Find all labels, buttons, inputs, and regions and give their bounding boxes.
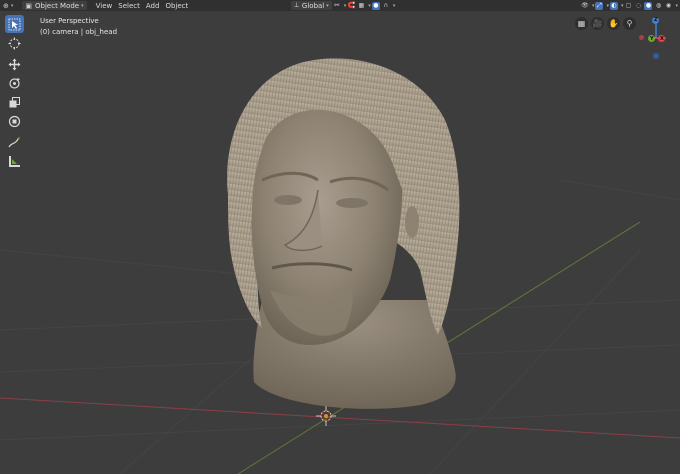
head-model[interactable] bbox=[227, 58, 460, 409]
tool-annotate[interactable] bbox=[5, 133, 24, 151]
falloff-icon[interactable]: ∩ bbox=[382, 2, 390, 10]
object-mode-icon: ▣ bbox=[25, 1, 33, 10]
gizmo-neg-z-ball[interactable] bbox=[653, 53, 659, 59]
gizmo-x-label: X bbox=[660, 36, 664, 42]
gizmo-neg-x-ball[interactable] bbox=[639, 35, 644, 40]
chevron-down-icon: ▾ bbox=[591, 2, 595, 9]
tool-move[interactable] bbox=[5, 55, 24, 73]
orientation-label: Global bbox=[301, 1, 325, 10]
menu-add[interactable]: Add bbox=[143, 1, 163, 10]
orientation-icon: ⟂ bbox=[294, 1, 299, 9]
shading-wireframe-icon[interactable]: ◌ bbox=[634, 2, 642, 10]
tool-select-box[interactable] bbox=[5, 15, 24, 33]
move-icon bbox=[8, 58, 21, 70]
menu-object[interactable]: Object bbox=[162, 1, 191, 10]
tool-shelf bbox=[5, 15, 24, 171]
shading-solid-icon[interactable]: ● bbox=[644, 1, 653, 10]
toggle-grid-button[interactable]: ▦ bbox=[575, 17, 588, 30]
gizmo-toggle-icon[interactable]: ⤢ bbox=[595, 1, 604, 10]
snap-icon[interactable]: 🧲 bbox=[347, 2, 355, 10]
rotate-icon bbox=[9, 77, 20, 89]
grid-icon: ▦ bbox=[577, 19, 586, 28]
zoom-view-button[interactable]: ⚲ bbox=[623, 17, 636, 30]
transform-icon bbox=[8, 115, 21, 127]
chevron-down-icon: ▾ bbox=[343, 2, 347, 9]
tool-cursor[interactable] bbox=[5, 34, 24, 52]
chevron-down-icon: ▾ bbox=[606, 2, 609, 9]
pivot-point-icon[interactable]: ⚯ bbox=[333, 2, 341, 10]
tool-transform[interactable] bbox=[5, 112, 24, 130]
chevron-down-icon: ▾ bbox=[10, 2, 14, 9]
visibility-icon[interactable]: 👁 bbox=[581, 2, 589, 10]
active-object-info: (0) camera | obj_head bbox=[40, 28, 118, 36]
shading-rendered-icon[interactable]: ◉ bbox=[664, 2, 672, 10]
overlays-toggle-icon[interactable]: ◐ bbox=[609, 1, 618, 10]
mode-label: Object Mode bbox=[35, 1, 80, 10]
editor-type-icon: ⊕ bbox=[3, 1, 9, 10]
annotate-icon bbox=[8, 136, 20, 147]
select-box-icon bbox=[8, 18, 21, 30]
pan-view-button[interactable]: ✋ bbox=[607, 17, 620, 30]
chevron-down-icon: ▾ bbox=[675, 2, 678, 9]
editor-type-button[interactable]: ⊕ ▾ bbox=[0, 1, 16, 10]
cursor-icon bbox=[8, 37, 21, 49]
scene-canvas[interactable] bbox=[0, 0, 680, 474]
tool-scale[interactable] bbox=[5, 93, 24, 111]
menu-select[interactable]: Select bbox=[115, 1, 143, 10]
camera-view-button[interactable]: 🎥 bbox=[591, 17, 604, 30]
chevron-down-icon: ▾ bbox=[368, 2, 371, 9]
transform-orientation-dropdown[interactable]: ⟂ Global ▾ bbox=[291, 1, 332, 10]
gizmo-z-label: Z bbox=[654, 17, 658, 23]
scale-icon bbox=[9, 96, 20, 107]
chevron-down-icon: ▾ bbox=[81, 2, 84, 9]
measure-icon bbox=[9, 155, 20, 167]
xray-icon[interactable]: ▢ bbox=[624, 2, 632, 10]
chevron-down-icon: ▾ bbox=[392, 2, 396, 9]
hand-icon: ✋ bbox=[608, 19, 619, 28]
menu-view[interactable]: View bbox=[93, 1, 116, 10]
snap-target-icon[interactable]: ▦ bbox=[357, 2, 365, 10]
gizmo-y-label: Y bbox=[650, 36, 654, 42]
camera-icon: 🎥 bbox=[592, 19, 603, 28]
chevron-down-icon: ▾ bbox=[620, 2, 624, 9]
3d-viewport[interactable]: ⊕ ▾ ▣ Object Mode ▾ View Select Add Objec… bbox=[0, 0, 680, 474]
view-name: User Perspective bbox=[40, 17, 99, 25]
tool-rotate[interactable] bbox=[5, 74, 24, 92]
zoom-icon: ⚲ bbox=[626, 19, 633, 28]
proportional-editing-icon[interactable]: ● bbox=[371, 1, 380, 10]
chevron-down-icon: ▾ bbox=[326, 2, 329, 9]
tool-measure[interactable] bbox=[5, 152, 24, 170]
shading-material-icon[interactable]: ◍ bbox=[654, 2, 662, 10]
mode-dropdown[interactable]: ▣ Object Mode ▾ bbox=[22, 1, 87, 10]
viewport-header: ⊕ ▾ ▣ Object Mode ▾ View Select Add Objec… bbox=[0, 0, 680, 11]
